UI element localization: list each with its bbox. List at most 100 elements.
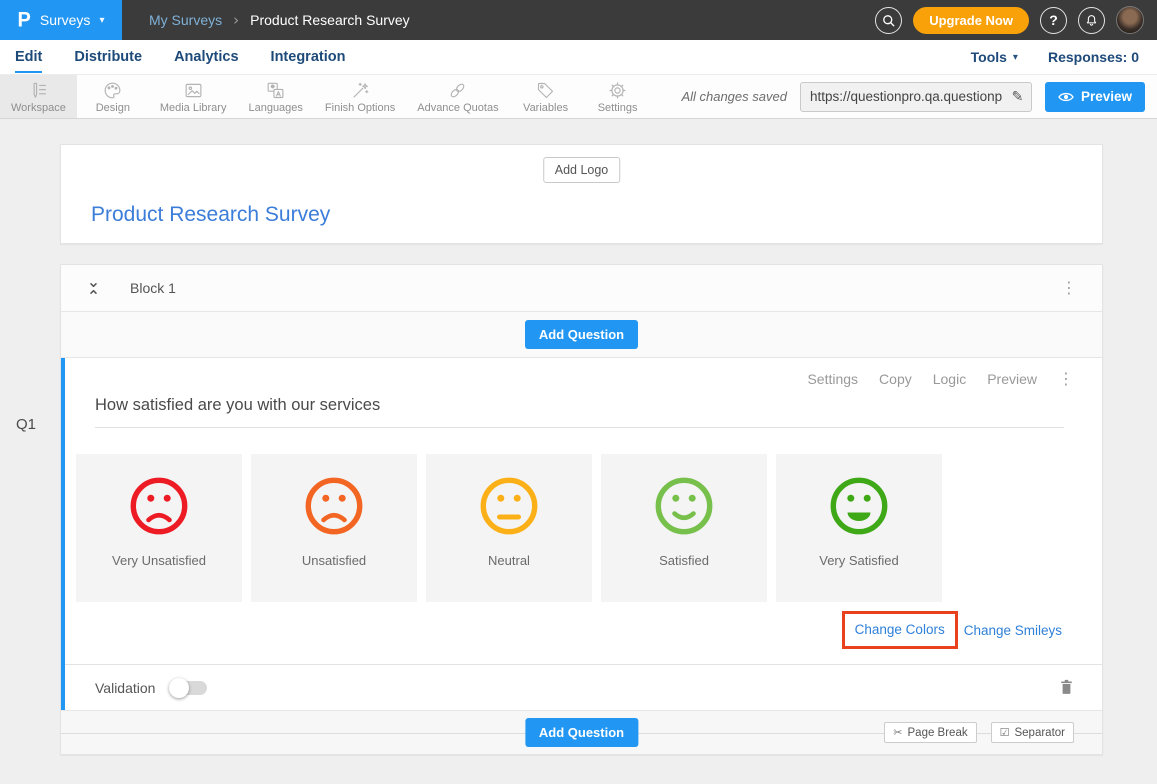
smiley-frown-icon — [128, 475, 190, 537]
user-avatar[interactable] — [1116, 6, 1144, 34]
delete-question-button[interactable] — [1058, 678, 1075, 697]
magic-wand-icon — [350, 80, 371, 101]
survey-url-input[interactable] — [801, 89, 1004, 104]
block-footer: Add Question ✂ Page Break ☑ Separator — [61, 710, 1102, 754]
chevron-down-icon: ▾ — [99, 15, 104, 26]
block-title[interactable]: Block 1 — [130, 280, 176, 296]
smiley-options: Very UnsatisfiedUnsatisfiedNeutralSatisf… — [76, 454, 1102, 602]
toolbar-item-media-library[interactable]: Media Library — [149, 75, 238, 118]
smiley-option-unsatisfied[interactable]: Unsatisfied — [251, 454, 417, 602]
smiley-option-neutral[interactable]: Neutral — [426, 454, 592, 602]
question-menu-kebab-icon[interactable]: ⋮ — [1058, 371, 1074, 387]
smiley-flat-icon — [478, 475, 540, 537]
add-question-button-top[interactable]: Add Question — [525, 320, 638, 349]
question-action-copy[interactable]: Copy — [879, 371, 912, 387]
upgrade-now-button[interactable]: Upgrade Now — [913, 7, 1029, 34]
toolbar-item-settings[interactable]: Settings — [582, 75, 654, 118]
image-icon — [183, 80, 204, 101]
breadcrumb: My Surveys › Product Research Survey — [149, 11, 410, 29]
scissors-icon: ✂ — [893, 726, 902, 739]
tab-edit[interactable]: Edit — [15, 40, 42, 74]
survey-title[interactable]: Product Research Survey — [91, 203, 330, 227]
question-action-logic[interactable]: Logic — [933, 371, 966, 387]
question-number: Q1 — [16, 416, 36, 433]
tools-menu[interactable]: Tools ▾ — [971, 49, 1018, 65]
tab-integration[interactable]: Integration — [271, 40, 346, 74]
smiley-option-very-satisfied[interactable]: Very Satisfied — [776, 454, 942, 602]
add-logo-button[interactable]: Add Logo — [543, 157, 621, 183]
toolbar-item-workspace[interactable]: Workspace — [0, 75, 77, 118]
smiley-links-row: Change Colors Change Smileys — [65, 611, 1062, 649]
validation-toggle[interactable] — [169, 678, 207, 698]
separator-button[interactable]: ☑ Separator — [991, 722, 1074, 743]
toolbar-item-advance-quotas[interactable]: Advance Quotas — [406, 75, 509, 118]
question-action-settings[interactable]: Settings — [807, 371, 858, 387]
toolbar-item-design[interactable]: Design — [77, 75, 149, 118]
chain-link-icon — [447, 80, 468, 101]
breadcrumb-current: Product Research Survey — [250, 12, 410, 28]
annotation-highlight-box: Change Colors — [842, 611, 958, 649]
chevron-down-icon: ▾ — [1013, 52, 1018, 63]
translate-icon — [265, 80, 286, 101]
tools-label: Tools — [971, 49, 1007, 65]
save-status: All changes saved — [681, 89, 787, 104]
palette-icon — [102, 80, 123, 101]
bell-icon — [1084, 13, 1099, 28]
toggle-knob — [169, 678, 189, 698]
question-text[interactable]: How satisfied are you with our services — [95, 396, 1064, 428]
survey-header-card: Add Logo Product Research Survey — [60, 144, 1103, 244]
nav-right: Tools ▾ Responses: 0 — [971, 40, 1157, 74]
preview-button[interactable]: Preview — [1045, 82, 1145, 112]
question-card: Q1 SettingsCopyLogicPreview⋮ How satisfi… — [61, 358, 1102, 710]
surveys-menu-label: Surveys — [40, 12, 91, 28]
add-question-button-bottom[interactable]: Add Question — [525, 718, 638, 747]
toolbar-item-variables[interactable]: Variables — [510, 75, 582, 118]
validation-label: Validation — [95, 680, 155, 696]
survey-nav-tabs: Edit Distribute Analytics Integration Tools… — [0, 40, 1157, 74]
separator-label: Separator — [1014, 727, 1065, 739]
toolbar-right: All changes saved ✎ Preview — [681, 75, 1157, 118]
smiley-grin-icon — [828, 475, 890, 537]
breadcrumb-my-surveys[interactable]: My Surveys — [149, 12, 222, 28]
tab-analytics[interactable]: Analytics — [174, 40, 238, 74]
smiley-option-satisfied[interactable]: Satisfied — [601, 454, 767, 602]
smiley-frown-icon — [303, 475, 365, 537]
edit-url-pencil-icon[interactable]: ✎ — [1004, 89, 1031, 105]
validation-row: Validation — [65, 664, 1102, 710]
change-smileys-link[interactable]: Change Smileys — [964, 623, 1062, 638]
app-switcher[interactable]: P Surveys ▾ — [0, 0, 122, 40]
checkbox-icon: ☑ — [1000, 726, 1010, 739]
toolbar-item-finish-options[interactable]: Finish Options — [314, 75, 406, 118]
collapse-block-icon[interactable] — [86, 280, 101, 297]
page-break-label: Page Break — [908, 727, 968, 739]
questionpro-logo: P — [18, 10, 31, 31]
smiley-smile-icon — [653, 475, 715, 537]
responses-count[interactable]: Responses: 0 — [1048, 49, 1139, 65]
trash-icon — [1058, 678, 1075, 697]
notifications-button[interactable] — [1078, 7, 1105, 34]
top-bar: P Surveys ▾ My Surveys › Product Researc… — [0, 0, 1157, 40]
page-break-button[interactable]: ✂ Page Break — [884, 722, 976, 743]
search-icon — [881, 13, 896, 28]
gear-icon — [607, 80, 628, 101]
survey-url-field: ✎ — [800, 82, 1032, 112]
eye-icon — [1058, 91, 1074, 103]
toolbar-item-languages[interactable]: Languages — [237, 75, 313, 118]
workspace-icon — [28, 80, 49, 101]
breadcrumb-separator-icon: › — [233, 11, 239, 29]
topbar-actions: Upgrade Now ? — [875, 6, 1157, 34]
add-question-row-top: Add Question — [61, 312, 1102, 358]
smiley-option-very-unsatisfied[interactable]: Very Unsatisfied — [76, 454, 242, 602]
tab-distribute[interactable]: Distribute — [74, 40, 142, 74]
preview-label: Preview — [1081, 89, 1132, 104]
footer-buttons: ✂ Page Break ☑ Separator — [884, 722, 1074, 743]
change-colors-link[interactable]: Change Colors — [855, 622, 945, 637]
help-button[interactable]: ? — [1040, 7, 1067, 34]
question-actions: Settings Copy Logic Preview ⋮ — [65, 371, 1102, 387]
block-menu-kebab-icon[interactable]: ⋮ — [1061, 280, 1077, 296]
question-action-preview[interactable]: Preview — [987, 371, 1037, 387]
search-button[interactable] — [875, 7, 902, 34]
editor-toolbar: WorkspaceDesignMedia LibraryLanguagesFin… — [0, 74, 1157, 119]
tag-icon — [535, 80, 556, 101]
workspace-content: Add Logo Product Research Survey Block 1… — [0, 119, 1157, 755]
